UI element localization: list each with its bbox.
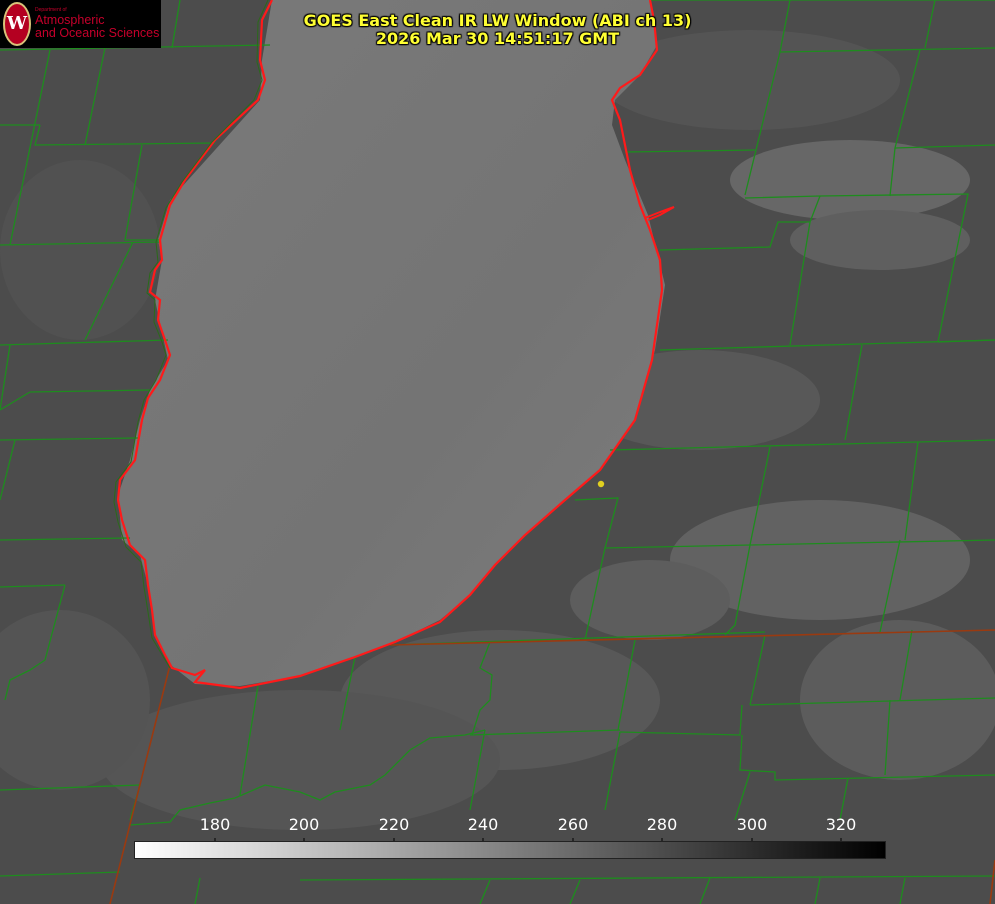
colorbar [134,841,886,859]
image-timestamp: 2026 Mar 30 14:51:17 GMT [375,29,620,48]
colorbar-tick-label: 220 [378,815,410,834]
image-title: GOES East Clean IR LW Window (ABI ch 13) [303,11,692,30]
satellite-map [0,0,995,904]
location-marker [597,480,605,488]
colorbar-tick-label: 260 [557,815,589,834]
colorbar-tick-label: 320 [825,815,857,834]
colorbar-tick-label: 300 [736,815,768,834]
colorbar-tick-label: 240 [467,815,499,834]
colorbar-tick-label: 180 [199,815,231,834]
colorbar-tick-label: 280 [646,815,678,834]
colorbar-tick-label: 200 [288,815,320,834]
